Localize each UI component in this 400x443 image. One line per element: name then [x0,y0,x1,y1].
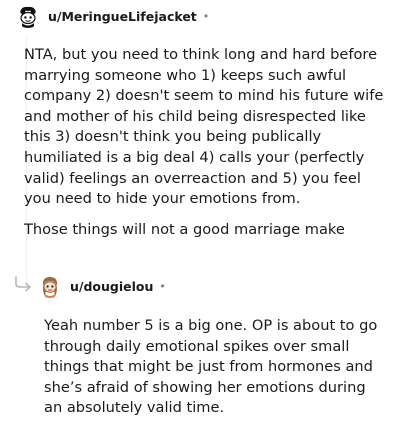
separator-dot: • [202,9,210,23]
comment-paragraph: Yeah number 5 is a big one. OP is about … [44,317,378,417]
snoo-avatar-icon[interactable] [38,274,62,298]
username[interactable]: u/dougielou [70,279,153,294]
comment-paragraph: Those things will not a good marriage ma… [24,220,345,238]
username[interactable]: u/MeringueLifejacket [48,9,197,24]
comment-1: u/MeringueLifejacket • NTA, but you need… [0,2,400,240]
comment-paragraph: NTA, but you need to think long and hard… [24,46,384,208]
separator-dot: • [159,279,166,293]
comment-2: u/dougielou • Yeah number 5 is a big one… [0,272,400,419]
comment-body: NTA, but you need to think long and hard… [24,45,384,240]
comment-header: u/dougielou • [0,272,400,300]
comment-body: Yeah number 5 is a big one. OP is about … [44,316,380,419]
snoo-avatar-icon[interactable] [16,4,40,28]
comment-header: u/MeringueLifejacket • [0,2,400,30]
